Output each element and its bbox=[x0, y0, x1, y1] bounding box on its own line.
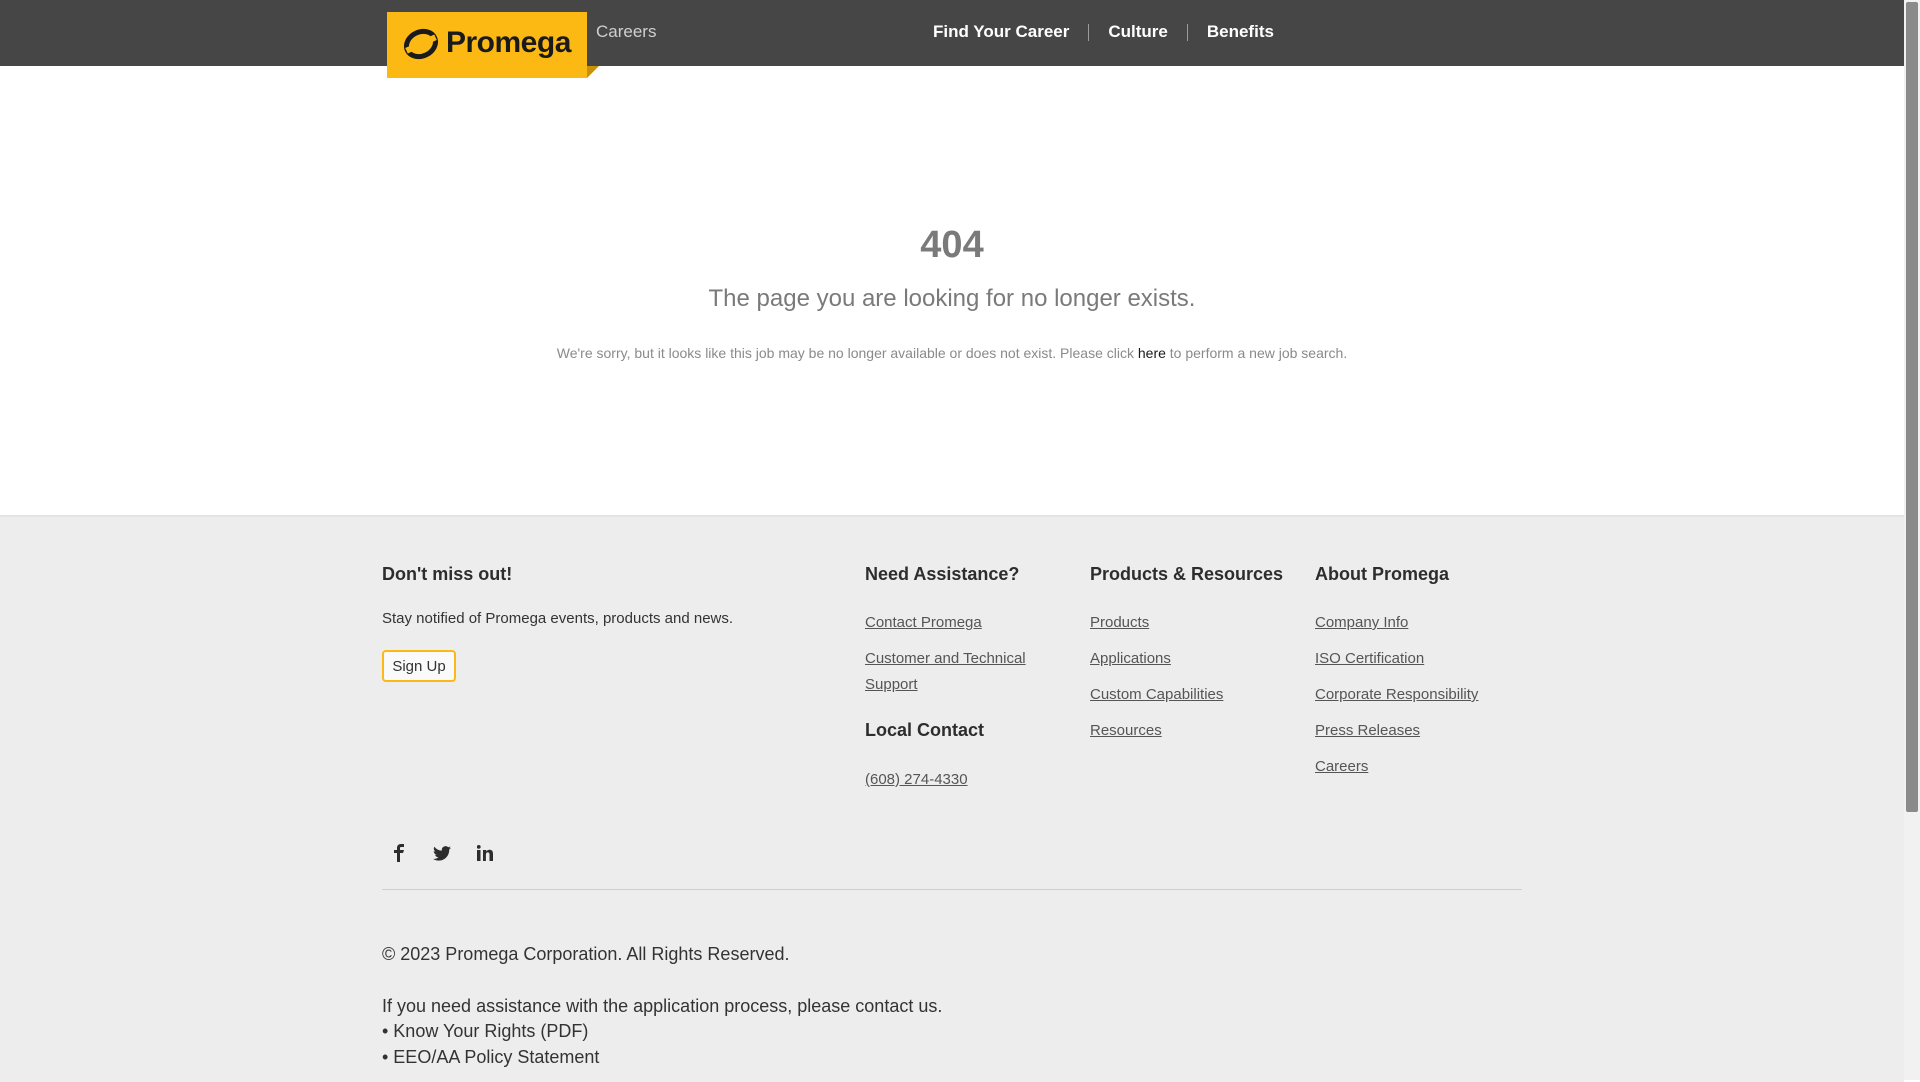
promega-logo[interactable]: Promega bbox=[387, 12, 587, 78]
nav-divider bbox=[1186, 23, 1188, 41]
top-navigation-bar: Careers Find Your Career Culture Benefit… bbox=[0, 0, 1904, 66]
page-scrollbar[interactable] bbox=[1904, 0, 1920, 1080]
copyright-text: © 2023 Promega Corporation. All Rights R… bbox=[382, 944, 790, 964]
contact-promega-link[interactable]: Contact Promega bbox=[865, 610, 982, 636]
error-message: We're sorry, but it looks like this job … bbox=[0, 345, 1904, 361]
nav-culture[interactable]: Culture bbox=[1108, 22, 1168, 42]
logo-wordmark: Promega bbox=[446, 26, 571, 59]
company-info-link[interactable]: Company Info bbox=[1315, 610, 1408, 636]
corporate-responsibility-link[interactable]: Corporate Responsibility bbox=[1315, 682, 1478, 708]
assistance-heading: Need Assistance? bbox=[865, 564, 1020, 584]
site-footer: Don't miss out! Stay notified of Promega… bbox=[0, 515, 1904, 1082]
customer-support-link[interactable]: Customer and Technical bbox=[865, 646, 1026, 672]
promega-swirl-icon bbox=[403, 28, 439, 60]
newsletter-text: Stay notified of Promega events, product… bbox=[382, 610, 734, 627]
twitter-icon[interactable] bbox=[431, 842, 453, 864]
iso-certification-link[interactable]: ISO Certification bbox=[1315, 646, 1424, 672]
applications-link[interactable]: Applications bbox=[1090, 646, 1171, 672]
local-contact-heading: Local Contact bbox=[865, 720, 985, 740]
press-releases-link[interactable]: Press Releases bbox=[1315, 718, 1420, 744]
about-heading: About Promega bbox=[1315, 564, 1450, 584]
facebook-icon[interactable] bbox=[388, 842, 410, 864]
scrollbar-thumb[interactable] bbox=[1906, 2, 1918, 812]
custom-capabilities-link[interactable]: Custom Capabilities bbox=[1090, 682, 1223, 708]
careers-home-link[interactable]: Careers bbox=[596, 22, 656, 42]
resources-link[interactable]: Resources bbox=[1090, 718, 1162, 744]
nav-find-your-career[interactable]: Find Your Career bbox=[933, 22, 1069, 42]
linkedin-icon[interactable] bbox=[474, 842, 496, 864]
newsletter-heading: Don't miss out! bbox=[382, 564, 513, 584]
contact-us-link[interactable]: contact us. bbox=[855, 996, 942, 1016]
application-assistance: If you need assistance with the applicat… bbox=[382, 996, 942, 1017]
footer-divider bbox=[382, 889, 1522, 890]
phone-link[interactable]: (608) 274-4330 bbox=[865, 767, 968, 793]
customer-support-link-line2[interactable]: Support bbox=[865, 672, 918, 698]
error-message-text: We're sorry, but it looks like this job … bbox=[556, 345, 1134, 361]
logo-fold-decoration bbox=[587, 66, 599, 78]
products-link[interactable]: Products bbox=[1090, 610, 1149, 636]
careers-footer-link[interactable]: Careers bbox=[1315, 754, 1368, 780]
new-search-link[interactable]: here bbox=[1138, 345, 1166, 361]
sign-up-button[interactable]: Sign Up bbox=[382, 650, 456, 682]
assistance-text: If you need assistance with the applicat… bbox=[382, 996, 851, 1016]
main-nav: Find Your Career Culture Benefits bbox=[933, 22, 1274, 42]
error-message-text-end: to perform a new job search. bbox=[1169, 345, 1348, 361]
know-your-rights-link[interactable]: • Know Your Rights (PDF) bbox=[382, 1021, 588, 1042]
products-heading: Products & Resources bbox=[1090, 564, 1284, 584]
nav-divider bbox=[1088, 23, 1090, 41]
eeo-policy-link[interactable]: • EEO/AA Policy Statement bbox=[382, 1047, 599, 1068]
nav-benefits[interactable]: Benefits bbox=[1207, 22, 1274, 42]
error-code: 404 bbox=[920, 224, 984, 266]
error-title: The page you are looking for no longer e… bbox=[708, 285, 1196, 312]
